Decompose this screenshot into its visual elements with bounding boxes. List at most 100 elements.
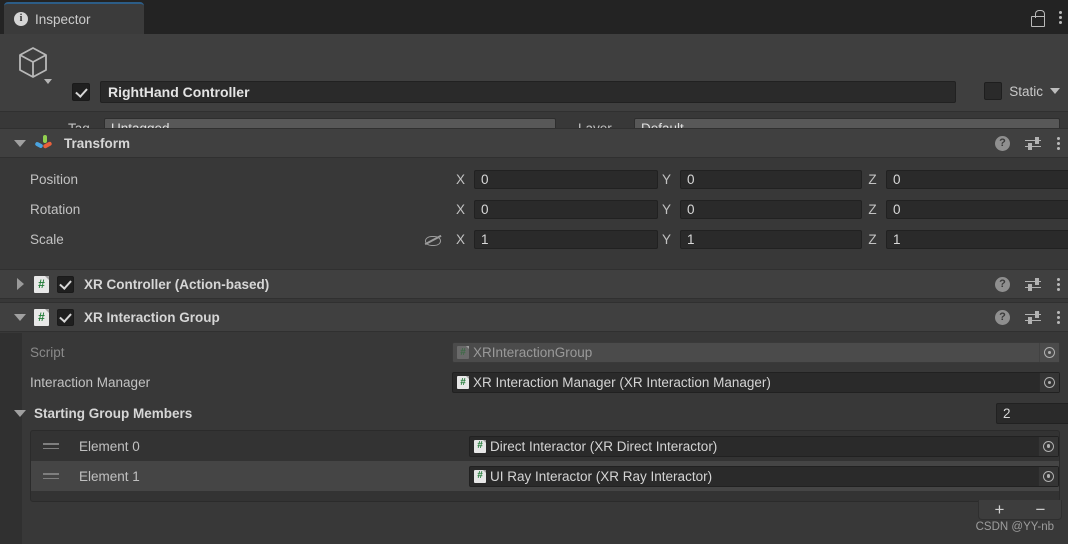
script-icon: # — [34, 308, 49, 326]
tab-inspector-label: Inspector — [35, 11, 91, 27]
object-picker-icon[interactable] — [1038, 466, 1058, 486]
axis-label-z: Z — [868, 231, 877, 247]
axis-label-x: X — [456, 201, 466, 217]
transform-rotation-row: Rotation X 0 Y 0 Z 0 — [0, 198, 1068, 220]
axis-label-x: X — [456, 171, 466, 187]
object-picker-icon[interactable] — [1038, 436, 1058, 456]
remove-element-button[interactable]: − — [1027, 501, 1055, 518]
kebab-menu-icon[interactable] — [1056, 136, 1060, 150]
static-dropdown-chevron-down-icon[interactable] — [1050, 88, 1060, 94]
gameobject-enabled-checkbox[interactable] — [72, 83, 90, 101]
element-0-label: Element 0 — [79, 438, 140, 454]
add-element-button[interactable]: + — [986, 501, 1014, 518]
xr-interaction-group-header-actions: ? — [995, 309, 1060, 325]
transform-gizmo-icon — [34, 134, 54, 152]
scale-y-input[interactable]: 1 — [680, 229, 862, 249]
list-item[interactable]: Element 1 # UI Ray Interactor (XR Ray In… — [31, 461, 1059, 491]
lock-icon[interactable] — [1031, 9, 1045, 27]
interaction-manager-row: Interaction Manager # XR Interaction Man… — [0, 371, 1068, 394]
tab-bar-actions — [1031, 0, 1062, 34]
drag-handle-icon[interactable] — [43, 472, 59, 480]
position-label: Position — [30, 171, 79, 187]
info-icon: i — [14, 12, 28, 26]
chevron-down-icon[interactable] — [44, 79, 52, 84]
inspector-window: i Inspector RightHand Controller Static … — [0, 0, 1068, 544]
axis-label-y: Y — [662, 231, 672, 247]
gameobject-name-input[interactable]: RightHand Controller — [100, 81, 956, 103]
component-header-xr-interaction-group[interactable]: # XR Interaction Group ? — [0, 302, 1068, 332]
position-z-input[interactable]: 0 — [886, 169, 1068, 189]
script-row: Script # XRInteractionGroup — [0, 341, 1068, 364]
gameobject-name-row: RightHand Controller — [72, 81, 956, 103]
help-icon[interactable]: ? — [995, 135, 1010, 151]
starting-group-members-row: Starting Group Members 2 — [0, 402, 1068, 424]
script-label: Script — [30, 345, 65, 360]
axis-label-x: X — [456, 231, 466, 247]
help-icon[interactable]: ? — [995, 309, 1010, 325]
object-picker-icon — [1039, 343, 1059, 362]
tab-inspector[interactable]: i Inspector — [4, 2, 144, 34]
component-header-xr-controller[interactable]: # XR Controller (Action-based) ? — [0, 269, 1068, 299]
interaction-manager-value: XR Interaction Manager (XR Interaction M… — [473, 375, 771, 390]
constrain-proportions-off-icon[interactable] — [424, 233, 441, 246]
axis-label-y: Y — [662, 201, 672, 217]
element-0-value: Direct Interactor (XR Direct Interactor) — [490, 438, 718, 454]
xr-interaction-group-enabled-checkbox[interactable] — [57, 308, 74, 326]
script-value: XRInteractionGroup — [473, 345, 593, 360]
axis-label-z: Z — [868, 171, 877, 187]
rotation-y-input[interactable]: 0 — [680, 199, 862, 219]
list-item[interactable]: Element 0 # Direct Interactor (XR Direct… — [31, 431, 1059, 461]
preset-icon[interactable] — [1025, 277, 1041, 291]
static-label: Static — [1009, 83, 1043, 99]
rotation-z-input[interactable]: 0 — [886, 199, 1068, 219]
cube-icon[interactable] — [14, 44, 54, 92]
transform-position-row: Position X 0 Y 0 Z 0 — [0, 168, 1068, 190]
interaction-manager-label: Interaction Manager — [30, 375, 151, 390]
element-1-object-field[interactable]: # UI Ray Interactor (XR Ray Interactor) — [469, 465, 1059, 487]
xr-controller-foldout-icon[interactable] — [17, 278, 24, 290]
object-picker-icon[interactable] — [1039, 373, 1059, 392]
kebab-menu-icon[interactable] — [1056, 277, 1060, 291]
list-footer-buttons: + − — [978, 500, 1062, 520]
starting-group-members-size-input[interactable]: 2 — [996, 402, 1068, 424]
xr-controller-enabled-checkbox[interactable] — [57, 275, 74, 293]
axis-label-y: Y — [662, 171, 672, 187]
axis-label-z: Z — [868, 201, 877, 217]
xr-interaction-group-foldout-icon[interactable] — [14, 313, 26, 321]
component-title-transform: Transform — [64, 135, 131, 151]
xr-controller-header-actions: ? — [995, 276, 1060, 292]
element-1-value: UI Ray Interactor (XR Ray Interactor) — [490, 468, 713, 484]
preset-icon[interactable] — [1025, 136, 1041, 150]
kebab-menu-icon[interactable] — [1058, 10, 1062, 24]
tab-bar: i Inspector — [0, 0, 1068, 34]
component-title-xr-controller: XR Controller (Action-based) — [84, 276, 270, 292]
component-title-xr-interaction-group: XR Interaction Group — [84, 309, 220, 325]
component-header-transform[interactable]: Transform ? — [0, 128, 1068, 158]
rotation-label: Rotation — [30, 201, 81, 217]
help-icon[interactable]: ? — [995, 276, 1010, 292]
element-0-object-field[interactable]: # Direct Interactor (XR Direct Interacto… — [469, 435, 1059, 457]
watermark: CSDN @YY-nb — [975, 521, 1054, 533]
rotation-x-input[interactable]: 0 — [474, 199, 658, 219]
static-flags-group: Static — [984, 82, 1060, 100]
script-icon: # — [34, 275, 49, 293]
starting-group-members-foldout-icon[interactable] — [14, 409, 26, 417]
position-y-input[interactable]: 0 — [680, 169, 862, 189]
transform-scale-row: Scale X 1 Y 1 Z 1 — [0, 228, 1068, 250]
preset-icon[interactable] — [1025, 310, 1041, 324]
inspector-left-gutter — [0, 333, 22, 544]
position-x-input[interactable]: 0 — [474, 169, 658, 189]
static-checkbox[interactable] — [984, 82, 1003, 100]
script-icon: # — [457, 346, 469, 359]
transform-header-actions: ? — [995, 135, 1060, 151]
interaction-manager-object-field[interactable]: # XR Interaction Manager (XR Interaction… — [452, 372, 1060, 393]
kebab-menu-icon[interactable] — [1056, 310, 1060, 324]
starting-group-members-label: Starting Group Members — [34, 405, 193, 421]
script-icon: # — [474, 469, 486, 483]
starting-group-members-list: Element 0 # Direct Interactor (XR Direct… — [30, 430, 1060, 502]
script-icon: # — [474, 439, 486, 453]
scale-x-input[interactable]: 1 — [474, 229, 658, 249]
drag-handle-icon[interactable] — [43, 442, 59, 450]
transform-foldout-icon[interactable] — [14, 139, 26, 147]
scale-z-input[interactable]: 1 — [886, 229, 1068, 249]
